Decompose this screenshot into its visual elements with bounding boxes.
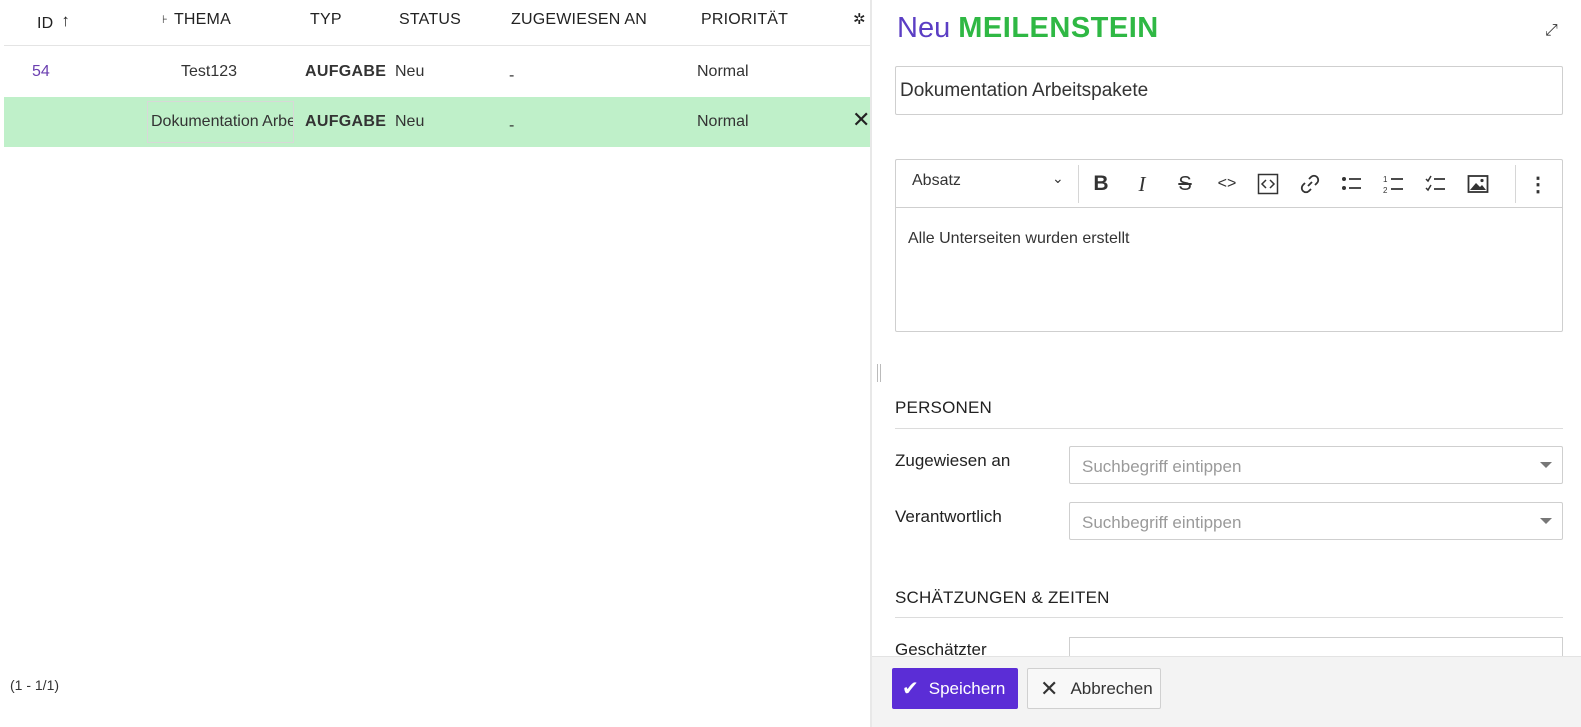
editor-content[interactable]: Alle Unterseiten wurden erstellt: [908, 230, 1129, 248]
inline-code-icon[interactable]: <>: [1214, 170, 1240, 198]
column-header-assignee[interactable]: ZUGEWIESEN AN: [511, 11, 647, 29]
more-options-icon[interactable]: ⋮: [1525, 170, 1551, 198]
table-header: ID ↑ ⊦ THEMA TYP STATUS ZUGEWIESEN AN PRIO…: [4, 0, 872, 46]
description-editor: Absatz ⌄ B I S <> 12 ⋮ Alle Unterseiten …: [895, 159, 1563, 332]
column-header-priority[interactable]: PRIORITÄT: [701, 11, 788, 29]
gear-icon[interactable]: ✲: [853, 10, 866, 28]
assignee-placeholder: Suchbegriff eintippen: [1082, 457, 1242, 476]
image-icon[interactable]: [1465, 170, 1491, 198]
row-id-link[interactable]: 54: [32, 63, 50, 80]
section-divider: [895, 428, 1563, 429]
pagination-info: (1 - 1/1): [10, 677, 60, 693]
bulleted-list-icon[interactable]: [1339, 170, 1365, 198]
caret-down-icon: [1540, 518, 1552, 524]
column-header-subject[interactable]: ⊦ THEMA: [162, 11, 231, 29]
close-icon[interactable]: ✕: [852, 107, 870, 133]
row-subject[interactable]: Test123: [181, 47, 237, 97]
cancel-button[interactable]: ✕ Abbrechen: [1027, 668, 1161, 709]
svg-text:2: 2: [1383, 186, 1388, 195]
title-status[interactable]: Neu: [897, 12, 950, 44]
column-label-assignee: ZUGEWIESEN AN: [511, 11, 647, 28]
numbered-list-icon[interactable]: 12: [1381, 170, 1407, 198]
assignee-label: Zugewiesen an: [895, 451, 1011, 470]
subject-input[interactable]: Dokumentation Arbeitspakete: [895, 66, 1563, 115]
close-icon: ✕: [1040, 675, 1059, 701]
row-id[interactable]: 54: [32, 47, 50, 97]
cancel-button-label: Abbrechen: [1070, 678, 1153, 698]
save-button[interactable]: ✔ Speichern: [892, 668, 1018, 709]
responsible-placeholder: Suchbegriff eintippen: [1082, 513, 1242, 532]
panel-footer: ✔ Speichern ✕ Abbrechen: [872, 656, 1581, 727]
strikethrough-icon[interactable]: S: [1172, 170, 1198, 198]
table-row[interactable]: 54 Test123 AUFGABE Neu - Normal: [4, 47, 870, 97]
row-type[interactable]: AUFGABE: [305, 97, 386, 147]
column-header-status[interactable]: STATUS: [399, 11, 461, 29]
todo-list-icon[interactable]: [1423, 170, 1449, 198]
row-assignee[interactable]: -: [509, 51, 514, 101]
link-icon[interactable]: [1297, 170, 1323, 198]
expand-icon[interactable]: ⤢: [1545, 22, 1558, 40]
row-status[interactable]: Neu: [395, 97, 424, 147]
section-divider: [895, 617, 1563, 618]
code-block-icon[interactable]: [1255, 170, 1281, 198]
svg-text:1: 1: [1383, 175, 1388, 184]
column-label-type: TYP: [310, 11, 342, 28]
caret-down-icon: [1540, 462, 1552, 468]
section-heading-estimates: SCHÄTZUNGEN & ZEITEN: [895, 588, 1110, 607]
column-header-id[interactable]: ID ↑: [37, 11, 70, 33]
section-heading-people: PERSONEN: [895, 398, 993, 417]
heading-dropdown[interactable]: Absatz ⌄: [912, 170, 1072, 198]
column-label-subject: THEMA: [173, 11, 231, 28]
italic-icon[interactable]: I: [1129, 170, 1155, 198]
save-button-label: Speichern: [928, 678, 1006, 698]
work-package-table: ID ↑ ⊦ THEMA TYP STATUS ZUGEWIESEN AN PRIO…: [0, 0, 872, 727]
bold-icon[interactable]: B: [1088, 170, 1114, 198]
arrow-up-icon[interactable]: ↑: [61, 11, 70, 31]
assignee-select[interactable]: Suchbegriff eintippen: [1069, 446, 1563, 484]
panel-title: Neu MEILENSTEIN: [897, 12, 1159, 45]
editor-toolbar: Absatz ⌄ B I S <> 12 ⋮: [896, 160, 1562, 208]
column-label-priority: PRIORITÄT: [701, 11, 789, 28]
chevron-down-icon: ⌄: [1052, 170, 1064, 186]
toolbar-divider: [1515, 165, 1516, 203]
hierarchy-icon[interactable]: ⊦: [162, 13, 168, 26]
row-assignee[interactable]: -: [509, 101, 514, 151]
row-status[interactable]: Neu: [395, 47, 424, 97]
column-label-status: STATUS: [399, 11, 461, 28]
row-type[interactable]: AUFGABE: [305, 47, 386, 97]
check-icon: ✔: [902, 678, 919, 700]
create-panel: Neu MEILENSTEIN ⤢ Dokumentation Arbeitsp…: [872, 0, 1581, 727]
row-priority[interactable]: Normal: [697, 97, 749, 147]
responsible-select[interactable]: Suchbegriff eintippen: [1069, 502, 1563, 540]
row-priority[interactable]: Normal: [697, 47, 749, 97]
column-header-type[interactable]: TYP: [310, 11, 342, 29]
title-type[interactable]: MEILENSTEIN: [958, 12, 1158, 44]
column-label-id: ID: [37, 15, 54, 32]
heading-dropdown-label: Absatz: [912, 172, 961, 189]
row-subject-edit-field[interactable]: Dokumentation Arbeitspakete: [147, 101, 294, 143]
responsible-label: Verantwortlich: [895, 507, 1002, 526]
table-row-new[interactable]: Dokumentation Arbeitspakete AUFGABE Neu …: [4, 97, 870, 147]
toolbar-divider: [1078, 165, 1079, 203]
